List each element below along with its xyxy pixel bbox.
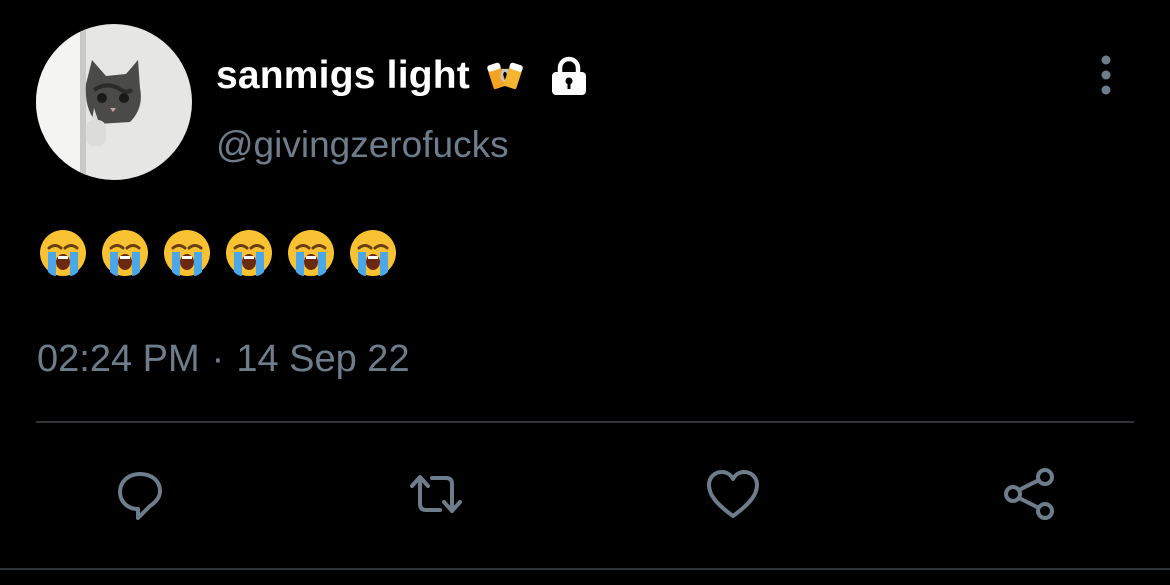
loudly-crying-face-emoji: [288, 230, 334, 276]
avatar-image: [36, 24, 192, 180]
divider: [36, 421, 1134, 423]
beer-mugs-emoji: [487, 62, 523, 90]
retweet-icon: [410, 475, 462, 513]
display-name[interactable]: sanmigs light: [216, 54, 470, 98]
loudly-crying-face-emoji: [40, 230, 86, 276]
loudly-crying-face-emoji: [164, 230, 210, 276]
avatar[interactable]: [36, 24, 192, 180]
tweet-text: [38, 228, 398, 278]
reply-button[interactable]: [110, 464, 170, 524]
reply-icon: [118, 472, 162, 520]
share-icon: [1004, 468, 1054, 520]
tweet-date: 14 Sep 22: [236, 338, 410, 380]
retweet-button[interactable]: [406, 464, 466, 524]
loudly-crying-face-emoji: [226, 230, 272, 276]
timestamp[interactable]: 02:24 PM · 14 Sep 22: [37, 338, 410, 381]
like-button[interactable]: [703, 464, 763, 524]
loudly-crying-face-emoji: [102, 230, 148, 276]
bottom-divider: [0, 568, 1170, 570]
share-button[interactable]: [999, 464, 1059, 524]
like-icon: [707, 470, 759, 518]
lock-icon: [551, 56, 586, 95]
more-options-icon[interactable]: [1088, 54, 1124, 96]
display-name-row: sanmigs light: [216, 50, 590, 102]
user-handle[interactable]: @givingzerofucks: [216, 124, 509, 166]
tweet-time: 02:24 PM: [37, 338, 200, 380]
tweet: sanmigs light @givingzerofucks 02:24 PM …: [0, 0, 1170, 585]
loudly-crying-face-emoji: [350, 230, 396, 276]
timestamp-separator: ·: [211, 338, 225, 380]
